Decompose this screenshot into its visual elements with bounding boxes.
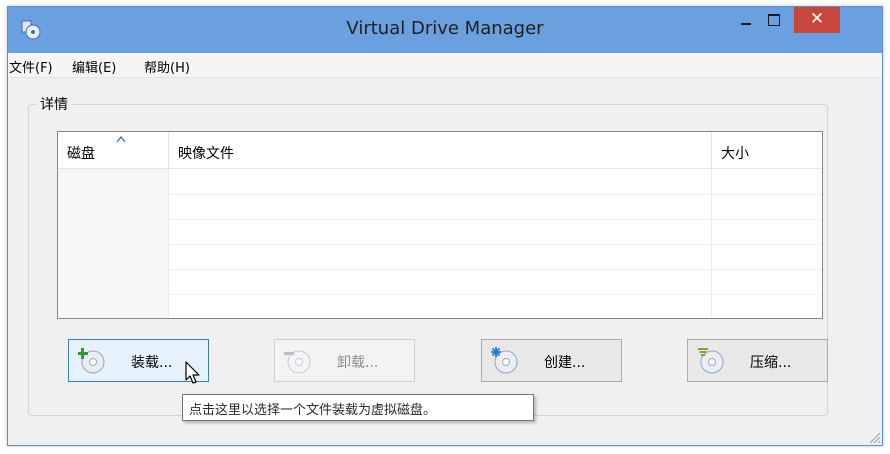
table-row[interactable] [58, 244, 822, 270]
mount-button-label: 装载... [131, 355, 173, 371]
title-bar[interactable]: Virtual Drive Manager ✕ [8, 7, 882, 53]
details-group-label: 详情 [37, 94, 71, 114]
tooltip-text: 点击这里以选择一个文件装载为虚拟磁盘。 [189, 403, 437, 418]
list-header: 磁盘 映像文件 大小 [58, 132, 822, 169]
menu-edit[interactable]: 编辑(E) [70, 57, 118, 76]
mouse-pointer-icon [185, 361, 200, 384]
menu-bar: 文件(F) 编辑(E) 帮助(H) [8, 53, 882, 78]
table-row[interactable] [58, 219, 822, 245]
disc-add-icon [78, 348, 105, 374]
disc-remove-icon [284, 350, 311, 374]
mount-tooltip: 点击这里以选择一个文件装载为虚拟磁盘。 [182, 394, 534, 421]
unmount-button-label: 卸载... [337, 355, 379, 371]
column-size-label: 大小 [721, 146, 749, 162]
maximize-button[interactable] [760, 7, 788, 33]
compress-button[interactable]: 压缩... [687, 339, 828, 382]
table-row[interactable] [58, 194, 822, 220]
table-row[interactable] [58, 169, 822, 195]
minimize-button[interactable] [732, 7, 760, 33]
column-image-file[interactable]: 映像文件 [169, 132, 712, 168]
menu-file[interactable]: 文件(F) [7, 57, 55, 76]
unmount-button[interactable]: 卸载... [274, 339, 415, 382]
close-button[interactable]: ✕ [794, 7, 840, 33]
table-row[interactable] [58, 294, 822, 318]
compress-button-label: 压缩... [750, 355, 792, 371]
column-disk-label: 磁盘 [67, 146, 95, 162]
disk-list[interactable]: 磁盘 映像文件 大小 [57, 131, 823, 319]
disc-compress-icon [698, 348, 724, 374]
column-image-file-label: 映像文件 [178, 146, 234, 162]
table-row[interactable] [58, 269, 822, 295]
sort-ascending-icon [116, 136, 126, 143]
menu-help[interactable]: 帮助(H) [142, 57, 192, 76]
create-button[interactable]: 创建... [481, 339, 622, 382]
column-size[interactable]: 大小 [712, 132, 822, 168]
resize-grip-icon[interactable] [867, 430, 881, 444]
column-disk[interactable]: 磁盘 [58, 132, 169, 168]
close-icon: ✕ [809, 9, 825, 29]
create-button-label: 创建... [544, 355, 586, 371]
disc-create-icon [491, 347, 518, 374]
